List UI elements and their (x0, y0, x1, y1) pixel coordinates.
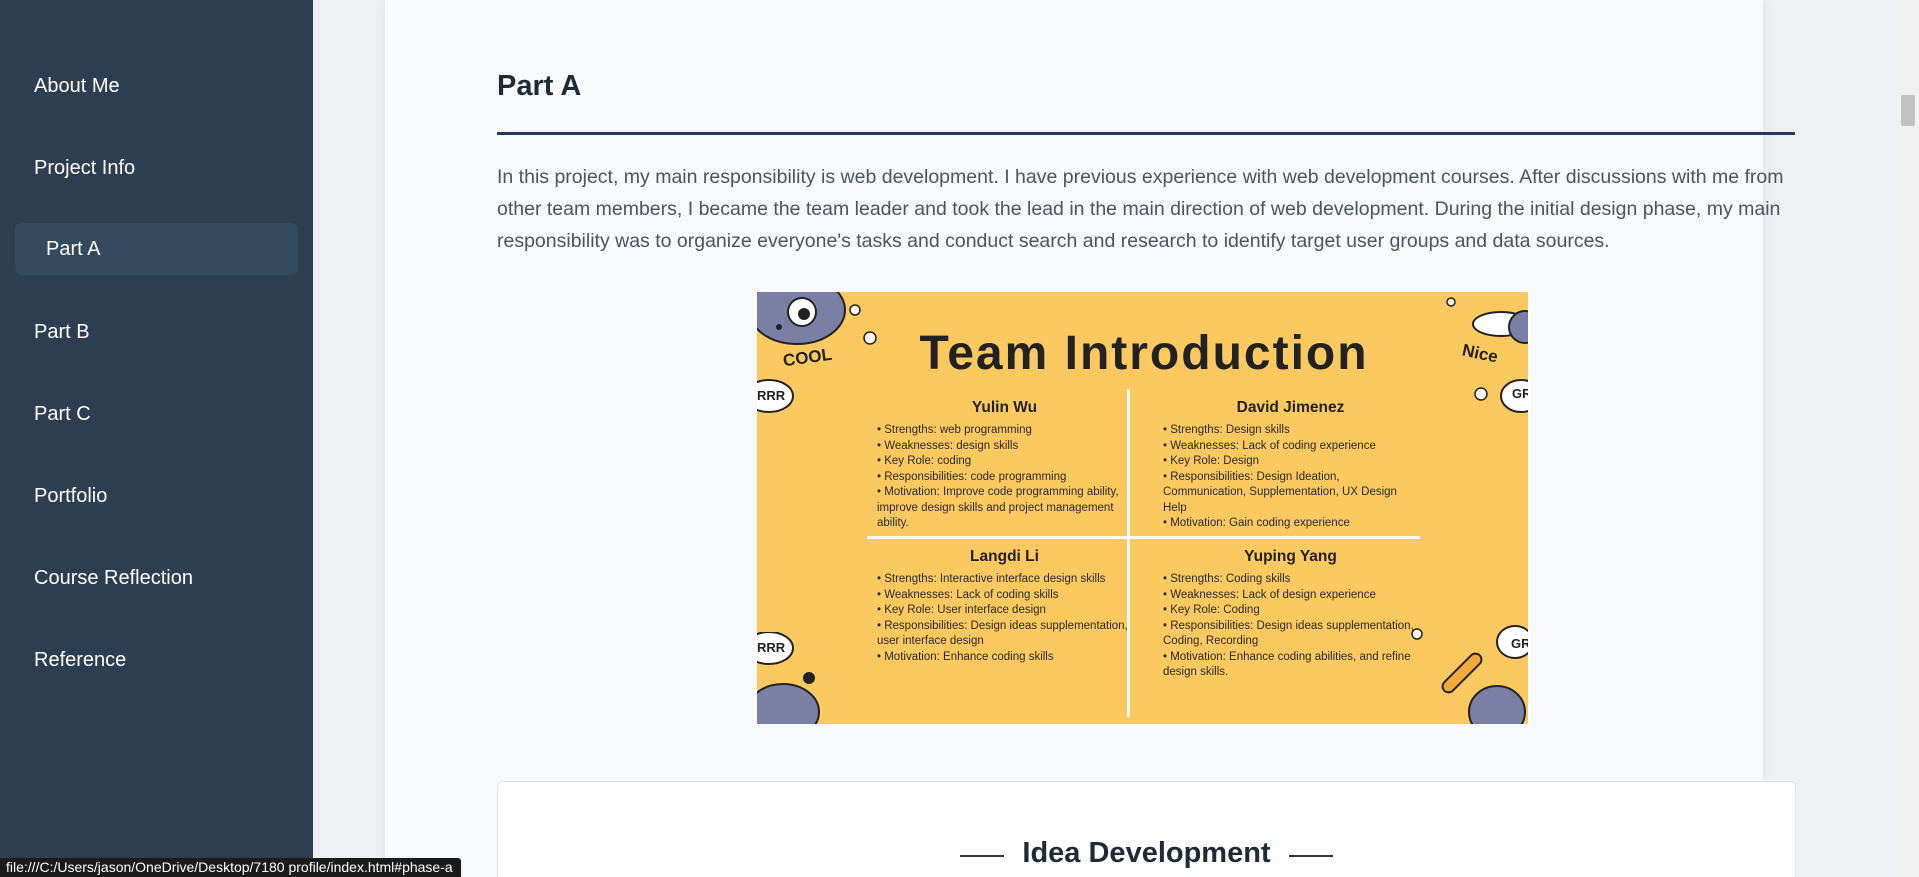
member-key-role: • Key Role: Design (1163, 455, 1260, 467)
member-weaknesses: • Weaknesses: Lack of coding experience (1163, 439, 1376, 452)
member-name: Yulin Wu (971, 399, 1038, 416)
scrollbar-thumb[interactable] (1901, 95, 1915, 126)
part-title: Part A (497, 70, 582, 102)
sidebar-nav: About Me Project Info Part A Part B Part… (0, 0, 313, 877)
part-a-card: Part A In this project, my main responsi… (385, 0, 1796, 877)
member-responsibilities: • Responsibilities: Design Ideation, Com… (1163, 470, 1397, 514)
sidebar-item-portfolio[interactable]: Portfolio (15, 470, 298, 522)
member-card-yuping-yang: Yuping Yang • Strengths: Coding skills •… (1163, 548, 1418, 681)
sidebar-item-part-a[interactable]: Part A (15, 223, 298, 275)
vertical-scrollbar[interactable] (1897, 0, 1919, 877)
member-key-role: • Key Role: User interface design (877, 604, 1046, 616)
sticker-rrr-bottom: RRR (757, 640, 786, 655)
sidebar-item-project-info[interactable]: Project Info (15, 142, 298, 194)
member-strengths: • Strengths: Interactive interface desig… (877, 573, 1106, 585)
idea-development-title: Idea Development (1022, 837, 1271, 869)
intro-paragraph: In this project, my main responsibility … (497, 166, 1784, 252)
sticker-rrr-top: RRR (757, 388, 786, 403)
member-card-langdi-li: Langdi Li • Strengths: Interactive inter… (877, 548, 1132, 665)
member-name: Langdi Li (970, 548, 1039, 565)
member-motivation: • Motivation: Enhance coding skills (877, 650, 1054, 663)
member-responsibilities: • Responsibilities: code programming (877, 470, 1067, 483)
member-name: David Jimenez (1236, 399, 1345, 416)
idea-development-section: Idea Development (497, 781, 1796, 877)
member-key-role: • Key Role: coding (877, 455, 972, 467)
member-strengths: • Strengths: Coding skills (1163, 573, 1291, 585)
member-motivation: • Motivation: Enhance coding abilities, … (1163, 650, 1411, 679)
sidebar-item-reference[interactable]: Reference (15, 634, 298, 686)
member-weaknesses: • Weaknesses: Lack of coding skills (877, 588, 1059, 601)
sidebar-item-part-b[interactable]: Part B (15, 306, 298, 358)
idea-title-rule-right (1289, 855, 1333, 857)
poster-title: Team Introduction (919, 327, 1369, 380)
paw-print-icon (1474, 387, 1488, 401)
member-responsibilities: • Responsibilities: Design ideas supplem… (1163, 619, 1414, 648)
member-weaknesses: • Weaknesses: Lack of design experience (1163, 588, 1376, 601)
member-key-role: • Key Role: Coding (1163, 604, 1260, 616)
member-motivation: • Motivation: Gain coding experience (1163, 517, 1350, 529)
sidebar-item-course-reflection[interactable]: Course Reflection (15, 552, 298, 604)
sticker-gr-top: GR (1512, 386, 1531, 401)
sidebar-item-part-c[interactable]: Part C (15, 388, 298, 440)
team-introduction-image: COOL RRR Nice GR RRR GR Team Introductio… (757, 289, 1531, 724)
member-motivation: • Motivation: Improve code programming a… (877, 486, 1119, 529)
member-strengths: • Strengths: web programming (877, 424, 1032, 436)
title-divider (497, 132, 1795, 135)
member-name: Yuping Yang (1244, 548, 1337, 565)
sticker-gr-bottom: GR (1511, 636, 1531, 651)
member-card-david-jimenez: David Jimenez • Strengths: Design skills… (1163, 399, 1418, 532)
poster-divider-horizontal (867, 536, 1420, 539)
member-card-yulin-wu: Yulin Wu • Strengths: web programming • … (877, 399, 1132, 532)
member-weaknesses: • Weaknesses: design skills (877, 439, 1019, 452)
link-status-bar: file:///C:/Users/jason/OneDrive/Desktop/… (0, 858, 461, 877)
sidebar-item-about-me[interactable]: About Me (15, 60, 298, 112)
member-strengths: • Strengths: Design skills (1163, 424, 1290, 436)
main-content: Part A In this project, my main responsi… (313, 0, 1897, 877)
member-responsibilities: • Responsibilities: Design ideas supplem… (877, 619, 1128, 648)
